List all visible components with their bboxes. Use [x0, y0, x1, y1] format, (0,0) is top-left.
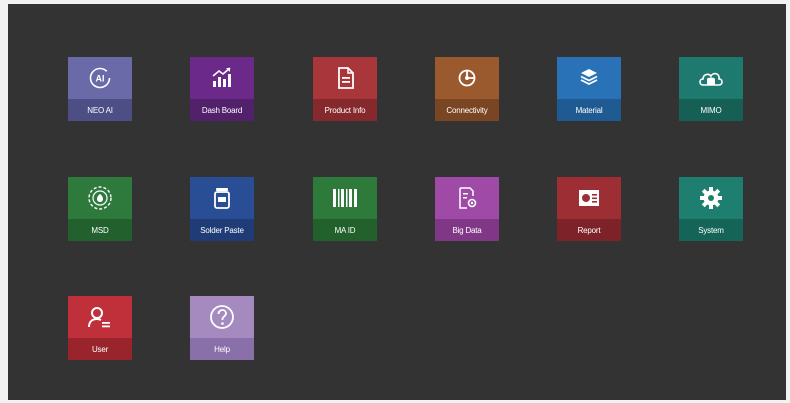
tile-system[interactable]: System — [679, 177, 743, 241]
svg-text:AI: AI — [96, 74, 105, 84]
tile-label: Help — [214, 344, 230, 354]
user-icon — [88, 307, 110, 328]
tile-dash-board[interactable]: Dash Board — [190, 57, 254, 121]
tile-mimo[interactable]: MIMO — [679, 57, 743, 121]
ai-icon: AI — [89, 67, 111, 89]
tile-label: Connectivity — [446, 105, 488, 115]
tile-label: Material — [575, 105, 603, 115]
layers-icon — [580, 69, 598, 86]
tile-product-info[interactable]: Product Info — [313, 57, 377, 121]
help-icon — [210, 305, 234, 329]
tile-neo-ai[interactable]: AI NEO AI — [68, 57, 132, 121]
gear-icon — [700, 187, 722, 209]
document-icon — [338, 67, 354, 89]
tile-label: Big Data — [452, 225, 482, 235]
solder-jar-icon — [214, 188, 230, 209]
tile-material[interactable]: Material — [557, 57, 621, 121]
barcode-icon — [333, 189, 357, 207]
tile-help[interactable]: Help — [190, 296, 254, 360]
report-icon — [579, 190, 599, 206]
msd-gauge-icon — [88, 186, 112, 210]
tile-label: Dash Board — [201, 105, 243, 115]
tile-label: NEO AI — [87, 105, 113, 115]
connectivity-icon — [458, 69, 476, 87]
tile-label: Solder Paste — [200, 225, 244, 235]
chart-icon — [212, 67, 231, 87]
tile-label: System — [698, 225, 724, 235]
tile-connectivity[interactable]: Connectivity — [435, 57, 499, 121]
launcher-screen: AI NEO AI Dash Board Product Info Connec… — [8, 4, 786, 400]
cloud-database-icon — [699, 72, 723, 86]
tile-report[interactable]: Report — [557, 177, 621, 241]
tile-label: MSD — [91, 225, 109, 235]
tile-big-data[interactable]: Big Data — [435, 177, 499, 241]
tile-user[interactable]: User — [68, 296, 132, 360]
tile-label: MA ID — [334, 225, 356, 235]
tile-msd[interactable]: MSD — [68, 177, 132, 241]
tile-label: Product Info — [324, 105, 366, 115]
data-analysis-icon — [459, 187, 477, 209]
tile-label: User — [91, 344, 109, 354]
tile-ma-id[interactable]: MA ID — [313, 177, 377, 241]
tile-solder-paste[interactable]: Solder Paste — [190, 177, 254, 241]
tile-label: MIMO — [700, 105, 722, 115]
tile-label: Report — [577, 225, 601, 235]
